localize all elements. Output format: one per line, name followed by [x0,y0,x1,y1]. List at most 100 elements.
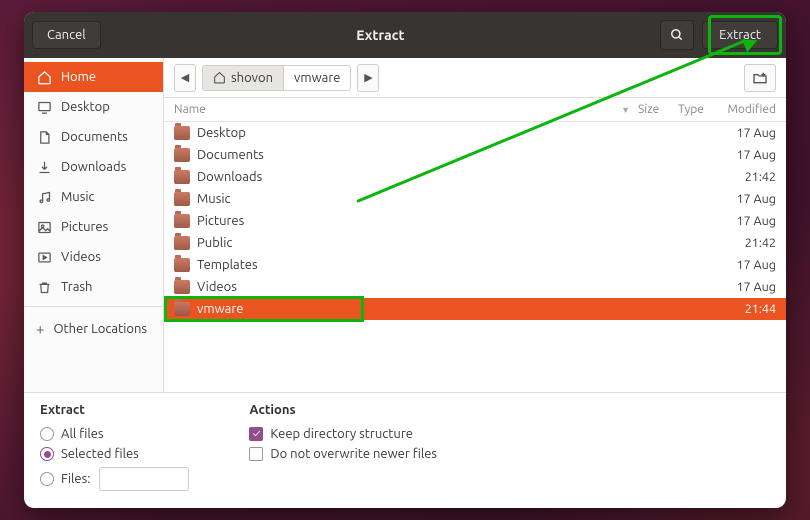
folder-icon [174,236,190,250]
dialog-title: Extract [109,27,652,43]
folder-icon [174,258,190,272]
radio-files-pattern[interactable]: Files: [40,464,189,494]
breadcrumb-home[interactable]: shovon [203,66,284,90]
file-name: Templates [197,258,718,272]
path-bar: ◀ shovon vmware ▶ [164,58,786,98]
column-type[interactable]: Type [678,103,718,116]
sidebar-item-trash[interactable]: Trash [24,272,163,302]
file-row[interactable]: Public21:42 [164,232,786,254]
sidebar-item-desktop[interactable]: Desktop [24,92,163,122]
chevron-right-icon: ▶ [364,71,372,84]
new-folder-button[interactable] [744,64,776,92]
radio-icon [40,447,54,461]
file-name: Public [197,236,718,250]
main-pane: ◀ shovon vmware ▶ Name▼ [164,58,786,392]
file-name: Downloads [197,170,718,184]
file-modified: 17 Aug [718,214,776,228]
sidebar-item-documents[interactable]: Documents [24,122,163,152]
file-name: Desktop [197,126,718,140]
checkbox-keep-directory[interactable]: ✓Keep directory structure [249,424,437,444]
home-icon [213,71,226,84]
column-name[interactable]: Name▼ [174,103,638,116]
sidebar-item-label: Other Locations [53,322,147,336]
folder-icon [174,302,190,316]
file-modified: 17 Aug [718,148,776,162]
file-modified: 21:42 [718,170,776,184]
home-icon [36,69,52,85]
sidebar-item-label: Music [61,190,95,204]
extract-button[interactable]: Extract [702,21,778,49]
file-name: Pictures [197,214,718,228]
radio-selected-files[interactable]: Selected files [40,444,189,464]
breadcrumb-folder[interactable]: vmware [284,66,350,90]
sidebar-item-label: Home [61,70,96,84]
desktop-icon [36,99,52,115]
downloads-icon [36,159,52,175]
checkbox-icon [249,447,263,461]
file-modified: 17 Aug [718,126,776,140]
sidebar-item-label: Documents [61,130,128,144]
pictures-icon [36,219,52,235]
checkbox-no-overwrite[interactable]: Do not overwrite newer files [249,444,437,464]
file-list: Desktop17 Aug Documents17 Aug Downloads2… [164,122,786,392]
extract-heading: Extract [40,403,189,417]
breadcrumb-label: shovon [231,71,273,85]
sidebar-item-pictures[interactable]: Pictures [24,212,163,242]
file-modified: 21:44 [718,302,776,316]
file-row[interactable]: Templates17 Aug [164,254,786,276]
places-sidebar: Home Desktop Documents Downloads Music P… [24,58,164,392]
plus-icon: + [36,320,44,337]
chevron-left-icon: ◀ [181,71,189,84]
file-row[interactable]: Pictures17 Aug [164,210,786,232]
breadcrumb-label: vmware [294,71,340,85]
file-row[interactable]: Documents17 Aug [164,144,786,166]
sidebar-item-home[interactable]: Home [24,62,163,92]
sidebar-item-label: Desktop [61,100,110,114]
radio-all-files[interactable]: All files [40,424,189,444]
trash-icon [36,279,52,295]
videos-icon [36,249,52,265]
actions-options: Actions ✓Keep directory structure Do not… [249,403,437,494]
radio-icon [40,427,54,441]
cancel-button[interactable]: Cancel [32,21,101,49]
file-name: Documents [197,148,718,162]
file-modified: 17 Aug [718,258,776,272]
checkbox-icon: ✓ [249,427,263,441]
folder-icon [174,214,190,228]
sidebar-item-videos[interactable]: Videos [24,242,163,272]
documents-icon [36,129,52,145]
sidebar-item-downloads[interactable]: Downloads [24,152,163,182]
path-forward-button[interactable]: ▶ [357,64,379,92]
column-size[interactable]: Size [638,103,678,116]
options-panel: Extract All files Selected files Files: … [24,392,786,508]
sidebar-separator [24,306,163,307]
search-button[interactable] [660,20,694,50]
file-list-header: Name▼ Size Type Modified [164,98,786,122]
file-name: Videos [197,280,718,294]
titlebar: Cancel Extract Extract [24,12,786,58]
file-row[interactable]: Videos17 Aug [164,276,786,298]
file-name: vmware [197,302,718,316]
folder-icon [174,148,190,162]
file-row[interactable]: Downloads21:42 [164,166,786,188]
file-row[interactable]: Music17 Aug [164,188,786,210]
file-modified: 17 Aug [718,280,776,294]
extract-options: Extract All files Selected files Files: [40,403,189,494]
column-modified[interactable]: Modified [718,103,776,116]
file-row[interactable]: Desktop17 Aug [164,122,786,144]
sort-indicator-icon: ▼ [621,105,630,115]
sidebar-other-locations[interactable]: + Other Locations [24,311,163,346]
actions-heading: Actions [249,403,437,417]
sidebar-item-music[interactable]: Music [24,182,163,212]
folder-icon [174,126,190,140]
folder-icon [174,192,190,206]
file-row-selected[interactable]: vmware21:44 [164,298,786,320]
file-name: Music [197,192,718,206]
path-back-button[interactable]: ◀ [174,64,196,92]
search-icon [670,28,684,42]
extract-dialog: Cancel Extract Extract Home Desktop Docu… [24,12,786,508]
folder-icon [174,280,190,294]
sidebar-item-label: Pictures [61,220,108,234]
files-pattern-input[interactable] [99,467,189,491]
radio-icon [40,472,54,486]
